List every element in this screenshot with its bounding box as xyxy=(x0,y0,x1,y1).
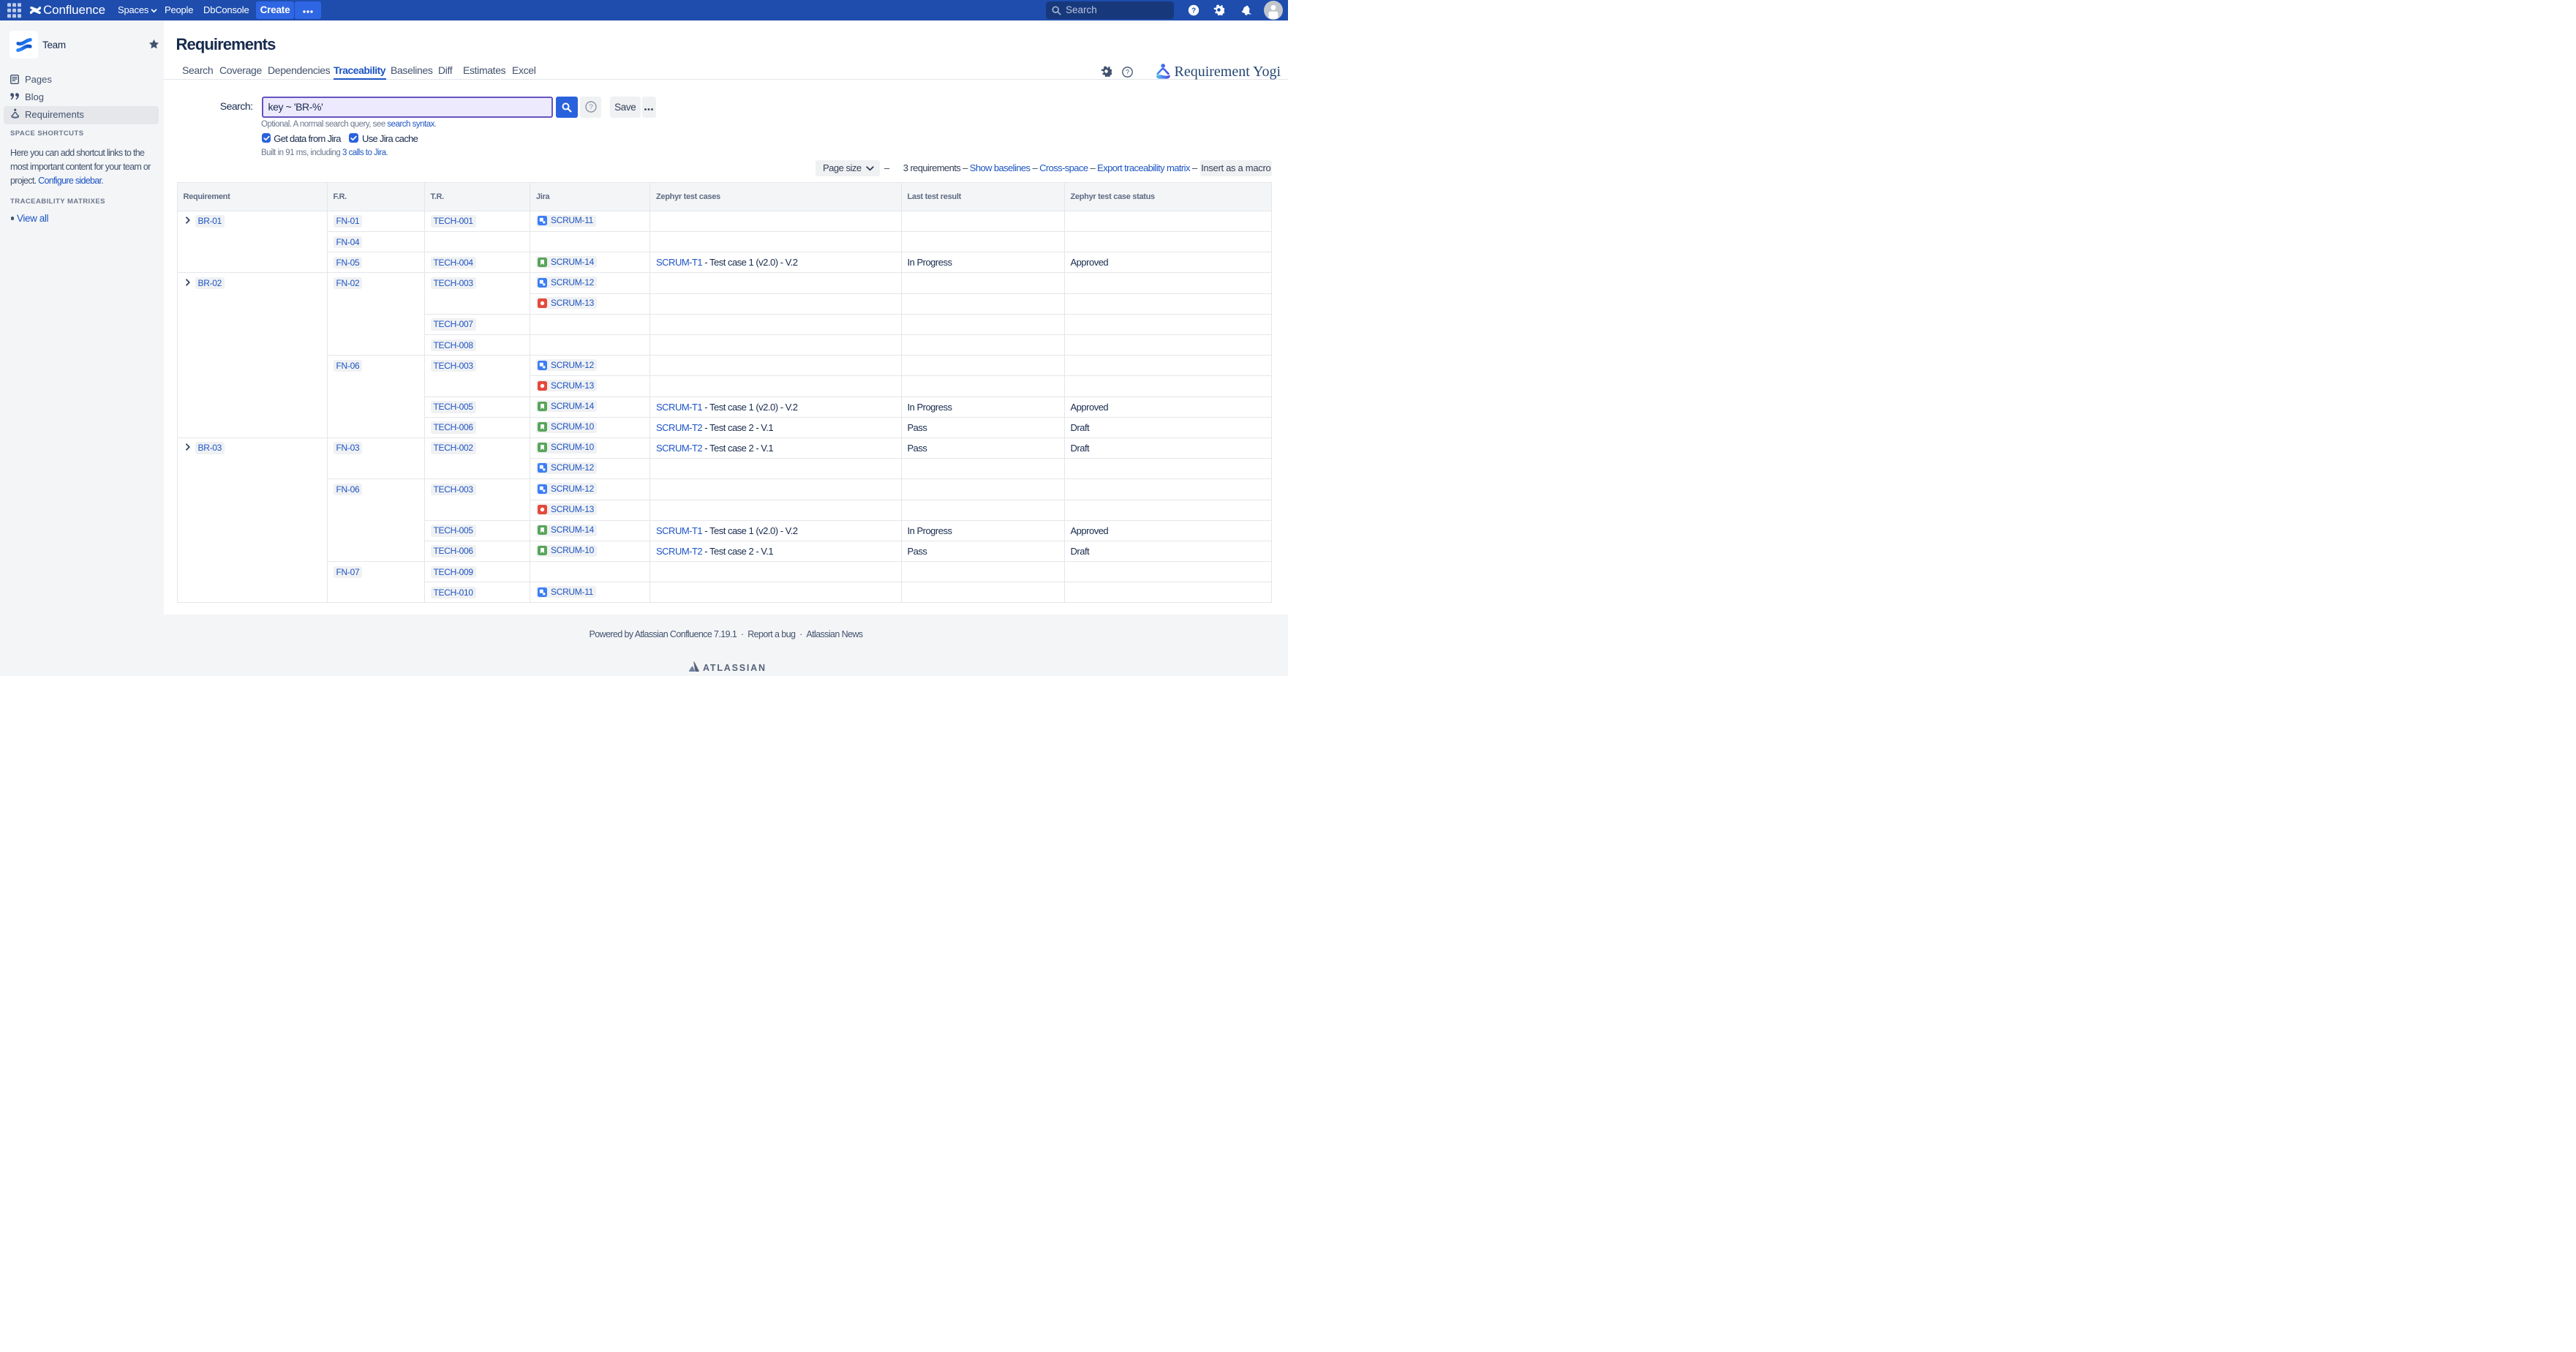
svg-text:ATLASSIAN: ATLASSIAN xyxy=(703,663,767,673)
svg-text:?: ? xyxy=(1125,69,1129,76)
svg-text:?: ? xyxy=(1191,7,1196,15)
svg-text:?: ? xyxy=(589,104,593,112)
